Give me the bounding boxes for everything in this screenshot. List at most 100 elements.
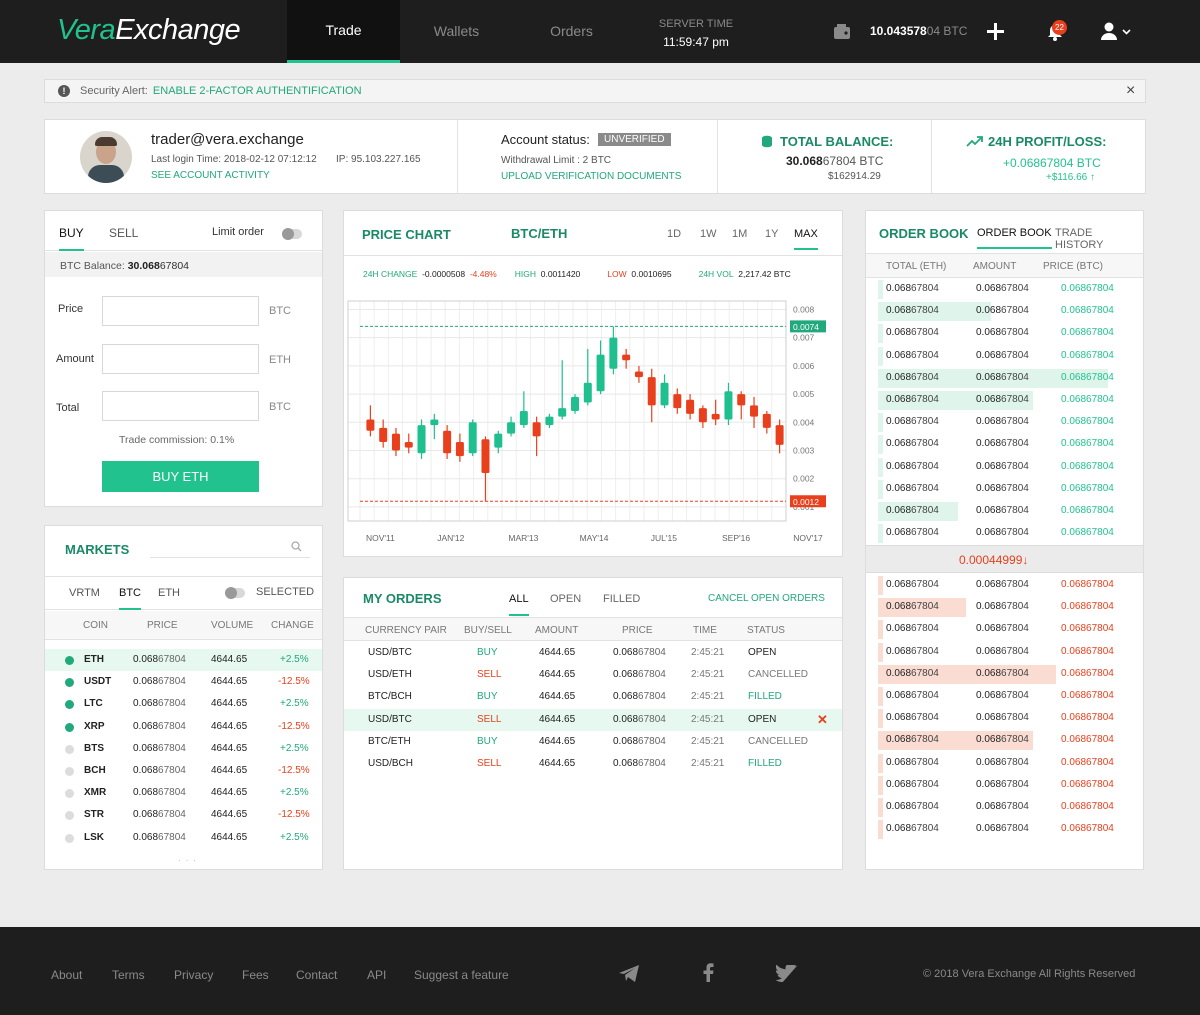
orderbook-row[interactable]: 0.06867804 0.06867804 0.06867804 (866, 300, 1143, 322)
orderbook-row[interactable]: 0.06867804 0.06867804 0.06867804 (866, 796, 1143, 818)
cancel-order-icon[interactable]: ✕ (817, 709, 828, 731)
orderbook-row[interactable]: 0.06867804 0.06867804 0.06867804 (866, 456, 1143, 478)
col-price[interactable]: PRICE (147, 620, 178, 631)
range-1w[interactable]: 1W (700, 228, 717, 240)
tab-buy[interactable]: BUY (59, 226, 84, 251)
col-currency-pair[interactable]: CURRENCY PAIR (365, 625, 447, 636)
orderbook-row[interactable]: 0.06867804 0.06867804 0.06867804 (866, 367, 1143, 389)
col-total[interactable]: TOTAL (ETH) (886, 261, 946, 272)
tab-eth[interactable]: ETH (158, 587, 180, 599)
market-row[interactable]: XMR 0.06867804 4644.65 +2.5% (45, 782, 322, 804)
orderbook-row[interactable]: 0.06867804 0.06867804 0.06867804 (866, 574, 1143, 596)
chevron-down-icon[interactable] (1122, 29, 1131, 35)
amount-input[interactable] (102, 344, 259, 374)
upload-documents-link[interactable]: UPLOAD VERIFICATION DOCUMENTS (501, 171, 681, 182)
col-price[interactable]: PRICE (BTC) (1043, 261, 1103, 272)
order-row[interactable]: USD/BTC BUY 4644.65 0.06867804 2:45:21 OPEN (344, 642, 842, 664)
orders-tab-filled[interactable]: FILLED (603, 593, 640, 605)
orderbook-row[interactable]: 0.06867804 0.06867804 0.06867804 (866, 522, 1143, 544)
col-status[interactable]: STATUS (747, 625, 785, 636)
col-coin[interactable]: COIN (83, 620, 108, 631)
orders-tab-all[interactable]: ALL (509, 593, 529, 616)
orderbook-row[interactable]: 0.06867804 0.06867804 0.06867804 (866, 345, 1143, 367)
market-search-input[interactable] (150, 542, 310, 558)
footer-link-api[interactable]: API (367, 968, 386, 982)
logo[interactable]: VeraExchange (57, 14, 241, 47)
search-icon[interactable] (291, 541, 302, 552)
market-row[interactable]: ETH 0.06867804 4644.65 +2.5% (45, 649, 322, 671)
orderbook-row[interactable]: 0.06867804 0.06867804 0.06867804 (866, 818, 1143, 840)
order-row[interactable]: USD/BCH SELL 4644.65 0.06867804 2:45:21 FILLE… (344, 753, 842, 775)
orderbook-row[interactable]: 0.06867804 0.06867804 0.06867804 (866, 596, 1143, 618)
orderbook-row[interactable]: 0.06867804 0.06867804 0.06867804 (866, 433, 1143, 455)
footer-link-privacy[interactable]: Privacy (174, 968, 213, 982)
market-row[interactable]: LSK 0.06867804 4644.65 +2.5% (45, 827, 322, 849)
range-1m[interactable]: 1M (732, 228, 747, 240)
orderbook-row[interactable]: 0.06867804 0.06867804 0.06867804 (866, 500, 1143, 522)
market-row[interactable]: XRP 0.06867804 4644.65 -12.5% (45, 716, 322, 738)
close-icon[interactable]: × (1126, 82, 1135, 100)
orderbook-row[interactable]: 0.06867804 0.06867804 0.06867804 (866, 411, 1143, 433)
market-row[interactable]: STR 0.06867804 4644.65 -12.5% (45, 804, 322, 826)
buy-eth-button[interactable]: BUY ETH (102, 461, 259, 492)
user-icon[interactable] (1101, 22, 1118, 40)
candlestick-chart[interactable]: 0.008 0.007 0.006 0.005 0.004 0.003 0.002 0.001… (344, 289, 842, 556)
orderbook-row[interactable]: 0.06867804 0.06867804 0.06867804 (866, 752, 1143, 774)
col-buy-sell[interactable]: BUY/SELL (464, 625, 512, 636)
col-volume[interactable]: VOLUME (211, 620, 253, 631)
total-input[interactable] (102, 391, 259, 421)
tab-btc[interactable]: BTC (119, 587, 141, 610)
market-row[interactable]: BTS 0.06867804 4644.65 +2.5% (45, 738, 322, 760)
footer-link-about[interactable]: About (51, 968, 82, 982)
orders-tab-open[interactable]: OPEN (550, 593, 581, 605)
orderbook-row[interactable]: 0.06867804 0.06867804 0.06867804 (866, 663, 1143, 685)
orderbook-row[interactable]: 0.06867804 0.06867804 0.06867804 (866, 322, 1143, 344)
more-indicator[interactable]: · · · (178, 855, 197, 865)
market-row[interactable]: LTC 0.06867804 4644.65 +2.5% (45, 693, 322, 715)
avatar[interactable] (80, 131, 132, 183)
market-row[interactable]: USDT 0.06867804 4644.65 -12.5% (45, 671, 322, 693)
orderbook-row[interactable]: 0.06867804 0.06867804 0.06867804 (866, 729, 1143, 751)
order-row[interactable]: BTC/BCH BUY 4644.65 0.06867804 2:45:21 FILLED (344, 686, 842, 708)
telegram-icon[interactable] (619, 965, 639, 982)
orderbook-row[interactable]: 0.06867804 0.06867804 0.06867804 (866, 641, 1143, 663)
nav-tab-trade[interactable]: Trade (287, 0, 400, 63)
orderbook-row[interactable]: 0.06867804 0.06867804 0.06867804 (866, 685, 1143, 707)
footer-link-terms[interactable]: Terms (112, 968, 145, 982)
tab-vrtm[interactable]: VRTM (69, 587, 100, 599)
footer-link-contact[interactable]: Contact (296, 968, 337, 982)
col-time[interactable]: TIME (693, 625, 717, 636)
orderbook-row[interactable]: 0.06867804 0.06867804 0.06867804 (866, 478, 1143, 500)
enable-2fa-link[interactable]: ENABLE 2-FACTOR AUTHENTIFICATION (153, 85, 362, 97)
twitter-icon[interactable] (776, 965, 797, 982)
price-input[interactable] (102, 296, 259, 326)
order-row[interactable]: BTC/ETH BUY 4644.65 0.06867804 2:45:21 CANCEL… (344, 731, 842, 753)
order-row[interactable]: USD/ETH SELL 4644.65 0.06867804 2:45:21 CANCE… (344, 664, 842, 686)
orderbook-row[interactable]: 0.06867804 0.06867804 0.06867804 (866, 707, 1143, 729)
col-change[interactable]: CHANGE (271, 620, 314, 631)
range-1y[interactable]: 1Y (765, 228, 778, 240)
market-row[interactable]: BCH 0.06867804 4644.65 -12.5% (45, 760, 322, 782)
limit-order-toggle[interactable] (282, 228, 302, 240)
footer-link-suggest[interactable]: Suggest a feature (414, 968, 509, 982)
tab-order-book[interactable]: ORDER BOOK (977, 227, 1052, 249)
orderbook-row[interactable]: 0.06867804 0.06867804 0.06867804 (866, 774, 1143, 796)
col-amount[interactable]: AMOUNT (973, 261, 1016, 272)
nav-tab-wallets[interactable]: Wallets (400, 0, 513, 63)
orderbook-row[interactable]: 0.06867804 0.06867804 0.06867804 (866, 389, 1143, 411)
tab-trade-history[interactable]: TRADE HISTORY (1055, 227, 1143, 251)
orderbook-row[interactable]: 0.06867804 0.06867804 0.06867804 (866, 278, 1143, 300)
selected-toggle[interactable] (225, 587, 245, 599)
plus-icon[interactable] (987, 23, 1004, 40)
nav-tab-orders[interactable]: Orders (515, 0, 628, 63)
col-price[interactable]: PRICE (622, 625, 653, 636)
tab-sell[interactable]: SELL (109, 226, 138, 240)
col-amount[interactable]: AMOUNT (535, 625, 578, 636)
see-account-activity-link[interactable]: SEE ACCOUNT ACTIVITY (151, 170, 270, 181)
range-1d[interactable]: 1D (667, 228, 681, 240)
cancel-open-orders-link[interactable]: CANCEL OPEN ORDERS (708, 593, 825, 604)
footer-link-fees[interactable]: Fees (242, 968, 269, 982)
wallet-balance[interactable]: 10.04357804 BTC (870, 24, 967, 38)
range-max[interactable]: MAX (794, 228, 818, 250)
facebook-icon[interactable] (703, 963, 714, 982)
